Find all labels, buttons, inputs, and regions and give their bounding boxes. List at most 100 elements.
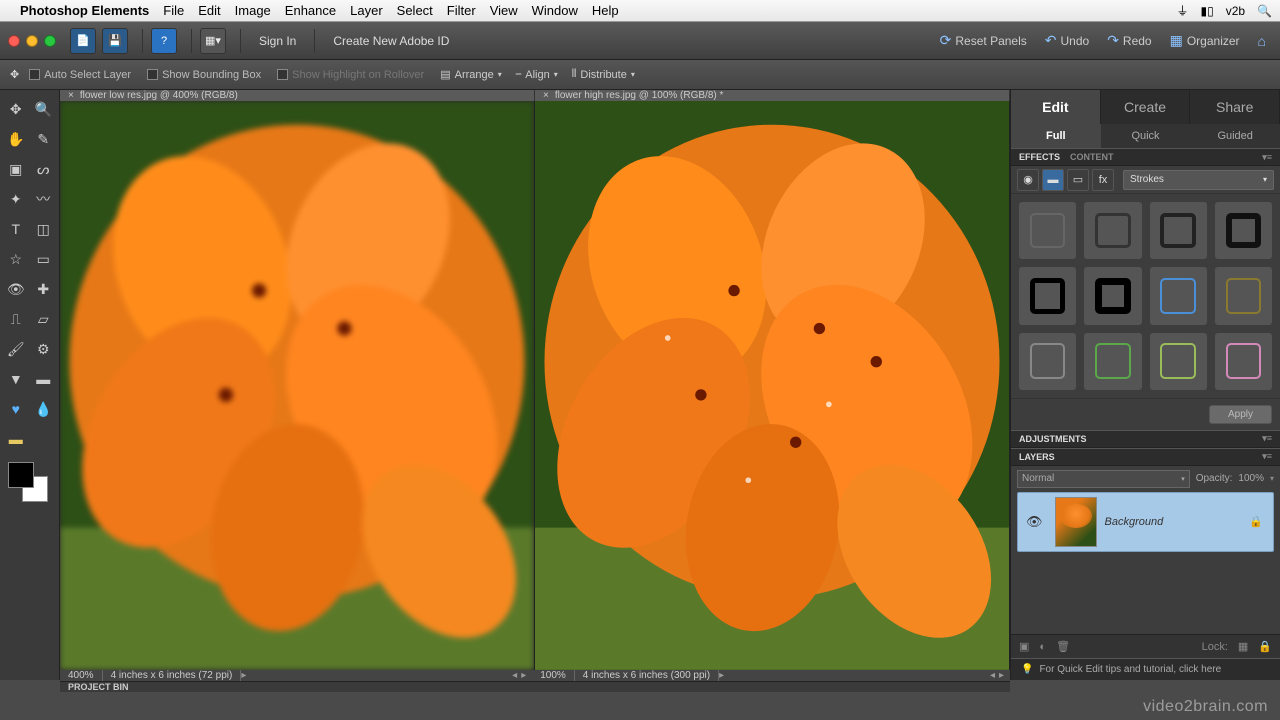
panel-menu-icon[interactable]: ▾≡: [1262, 152, 1272, 163]
stroke-preset[interactable]: [1215, 333, 1272, 390]
new-file-button[interactable]: 📄: [70, 28, 96, 54]
document-tab-0[interactable]: ×flower low res.jpg @ 400% (RGB/8): [60, 90, 535, 101]
effects-tab[interactable]: EFFECTS: [1019, 152, 1060, 162]
cookie-cutter-tool[interactable]: ☆: [3, 245, 29, 273]
stroke-preset[interactable]: [1019, 333, 1076, 390]
spot-heal-tool[interactable]: ✚: [31, 275, 57, 303]
zoom-level-1[interactable]: 100%: [532, 670, 575, 681]
battery-icon[interactable]: ▮▯: [1200, 4, 1213, 18]
new-layer-icon[interactable]: ▣: [1019, 640, 1029, 653]
submode-guided[interactable]: Guided: [1190, 124, 1280, 148]
layer-row-background[interactable]: 👁 Background 🔒: [1017, 492, 1274, 552]
eraser-tool[interactable]: ▱: [31, 305, 57, 333]
smart-brush-tool[interactable]: ⚙: [31, 335, 57, 363]
apply-button[interactable]: Apply: [1209, 405, 1272, 424]
zoom-window-button[interactable]: [44, 35, 56, 47]
wifi-icon[interactable]: ⏚: [1176, 2, 1188, 19]
marquee-tool[interactable]: ▣: [3, 155, 29, 183]
blend-mode-dropdown[interactable]: Normal: [1017, 470, 1190, 488]
menu-image[interactable]: Image: [235, 3, 271, 18]
canvas-high-res[interactable]: [535, 101, 1010, 670]
help-button[interactable]: ?: [151, 28, 177, 54]
mode-tab-create[interactable]: Create: [1101, 90, 1191, 124]
gradient-tool[interactable]: ▬: [31, 365, 57, 393]
fx-all-icon[interactable]: fx: [1092, 169, 1114, 191]
straighten-tool[interactable]: ▭: [31, 245, 57, 273]
close-tab-icon[interactable]: ×: [68, 90, 74, 101]
menu-select[interactable]: Select: [397, 3, 433, 18]
show-rollover-checkbox[interactable]: Show Highlight on Rollover: [277, 69, 424, 81]
zoom-tool[interactable]: 🔍: [31, 95, 57, 123]
blur-tool[interactable]: 💧: [31, 395, 57, 423]
color-swatches[interactable]: [8, 462, 48, 502]
lock-all-icon[interactable]: 🔒: [1258, 640, 1272, 653]
eyedropper-tool[interactable]: ✎: [31, 125, 57, 153]
trash-icon[interactable]: 🗑: [1056, 640, 1070, 653]
menu-view[interactable]: View: [490, 3, 518, 18]
zoom-level-0[interactable]: 400%: [60, 670, 103, 681]
align-dropdown[interactable]: ⎯ Align ▾: [516, 68, 558, 81]
content-tab[interactable]: CONTENT: [1070, 152, 1114, 162]
mode-tab-edit[interactable]: Edit: [1011, 90, 1101, 124]
menu-layer[interactable]: Layer: [350, 3, 383, 18]
mode-tab-share[interactable]: Share: [1190, 90, 1280, 124]
crop-tool[interactable]: ◫: [31, 215, 57, 243]
adjustments-panel-header[interactable]: ADJUSTMENTS▾≡: [1011, 430, 1280, 448]
document-tab-1[interactable]: ×flower high res.jpg @ 100% (RGB/8) *: [535, 90, 1010, 101]
distribute-dropdown[interactable]: ⫴ Distribute ▾: [572, 68, 635, 81]
menu-edit[interactable]: Edit: [198, 3, 220, 18]
type-tool[interactable]: T: [3, 215, 29, 243]
stroke-preset[interactable]: [1084, 202, 1141, 259]
brush-tool[interactable]: 🖌: [3, 335, 29, 363]
tip-bar[interactable]: 💡 For Quick Edit tips and tutorial, clic…: [1011, 658, 1280, 680]
magic-wand-tool[interactable]: ✦: [3, 185, 29, 213]
move-tool[interactable]: ✥: [3, 95, 29, 123]
home-button[interactable]: ⌂: [1252, 29, 1272, 53]
fx-effects-icon[interactable]: ▭: [1067, 169, 1089, 191]
menu-filter[interactable]: Filter: [447, 3, 476, 18]
minimize-window-button[interactable]: [26, 35, 38, 47]
quick-select-tool[interactable]: 〰: [31, 185, 57, 213]
panel-menu-icon[interactable]: ▾≡: [1262, 433, 1272, 444]
stroke-preset[interactable]: [1150, 202, 1207, 259]
spotlight-icon[interactable]: 🔍: [1257, 4, 1272, 18]
user-label[interactable]: v2b: [1226, 4, 1245, 18]
submode-quick[interactable]: Quick: [1101, 124, 1191, 148]
canvas-low-res[interactable]: [60, 101, 535, 670]
project-bin-bar[interactable]: PROJECT BIN: [60, 681, 1010, 692]
reset-panels-button[interactable]: ⟳Reset Panels: [934, 28, 1033, 53]
foreground-color[interactable]: [8, 462, 34, 488]
undo-button[interactable]: ↶Undo: [1039, 28, 1095, 53]
menu-window[interactable]: Window: [532, 3, 578, 18]
stroke-preset[interactable]: [1215, 267, 1272, 324]
hand-tool[interactable]: ✋: [3, 125, 29, 153]
create-adobe-id-link[interactable]: Create New Adobe ID: [333, 34, 449, 48]
sponge-tool[interactable]: ▬: [3, 425, 29, 453]
redo-button[interactable]: ↷Redo: [1101, 28, 1157, 53]
layers-panel-header[interactable]: LAYERS▾≡: [1011, 448, 1280, 466]
lock-pixels-icon[interactable]: ▦: [1238, 640, 1248, 653]
redeye-tool[interactable]: 👁: [3, 275, 29, 303]
shape-tool[interactable]: ♥: [3, 395, 29, 423]
fx-filters-icon[interactable]: ◉: [1017, 169, 1039, 191]
panel-menu-icon[interactable]: ▾≡: [1262, 451, 1272, 462]
show-bbox-checkbox[interactable]: Show Bounding Box: [147, 69, 261, 81]
save-button[interactable]: 💾: [102, 28, 128, 54]
layout-button[interactable]: ▦▾: [200, 28, 226, 54]
fx-styles-icon[interactable]: ▬: [1042, 169, 1064, 191]
stroke-preset[interactable]: [1150, 333, 1207, 390]
stroke-preset[interactable]: [1019, 267, 1076, 324]
stroke-preset[interactable]: [1084, 333, 1141, 390]
app-title[interactable]: Photoshop Elements: [20, 3, 149, 18]
layer-name[interactable]: Background: [1105, 516, 1164, 528]
menu-help[interactable]: Help: [592, 3, 619, 18]
organizer-button[interactable]: ▦Organizer: [1164, 28, 1246, 53]
lasso-tool[interactable]: ᔕ: [31, 155, 57, 183]
layer-thumbnail[interactable]: [1055, 497, 1097, 547]
clone-stamp-tool[interactable]: ⎍: [3, 305, 29, 333]
close-tab-icon[interactable]: ×: [543, 90, 549, 101]
stroke-preset[interactable]: [1150, 267, 1207, 324]
fx-category-dropdown[interactable]: Strokes: [1123, 170, 1274, 190]
paint-bucket-tool[interactable]: ▼: [3, 365, 29, 393]
stroke-preset[interactable]: [1215, 202, 1272, 259]
